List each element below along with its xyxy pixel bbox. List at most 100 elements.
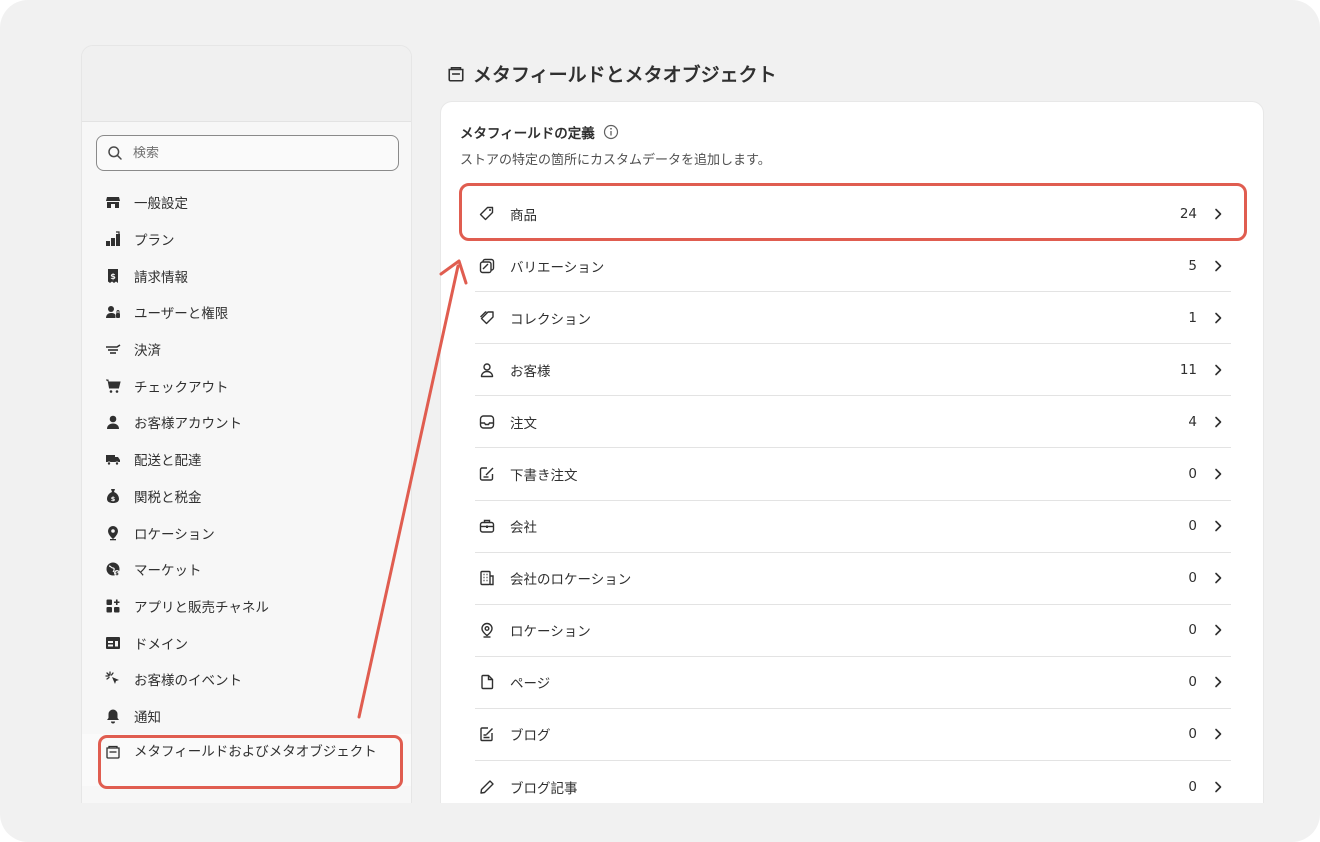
definition-row-blogs[interactable]: ブログ 0: [475, 709, 1231, 762]
svg-text:$: $: [111, 495, 116, 503]
sidebar-item-users[interactable]: ユーザーと権限: [82, 294, 411, 331]
definition-row-locations[interactable]: ロケーション 0: [475, 605, 1231, 657]
bell-icon: [104, 707, 122, 725]
row-label: ロケーション: [510, 624, 591, 641]
info-icon[interactable]: [603, 124, 619, 140]
svg-text:$: $: [110, 272, 116, 281]
settings-sidebar: 一般設定 プラン $ 請求情報 ユーザーと権限: [81, 45, 412, 803]
chevron-right-icon: [1215, 208, 1222, 219]
sidebar-item-label: アプリと販売チャネル: [134, 599, 269, 616]
sidebar-item-billing[interactable]: $ 請求情報: [82, 257, 411, 294]
sidebar-item-customer-events[interactable]: お客様のイベント: [82, 661, 411, 698]
row-label: お客様: [510, 363, 551, 380]
sidebar-item-metafields[interactable]: メタフィールドおよびメタオブジェクト: [82, 734, 411, 787]
sidebar-item-shipping[interactable]: 配送と配達: [82, 441, 411, 478]
sidebar-item-label: ユーザーと権限: [134, 306, 229, 323]
row-count: 1: [1188, 309, 1197, 326]
sidebar-item-label: メタフィールドおよびメタオブジェクト: [134, 744, 377, 761]
settings-nav: 一般設定 プラン $ 請求情報 ユーザーと権限 決済 チェックアウト お客様アカ…: [82, 184, 411, 787]
variant-icon: [478, 257, 496, 275]
row-label: ブログ記事: [510, 781, 578, 798]
sidebar-item-taxes[interactable]: $ 関税と税金: [82, 478, 411, 515]
search-field[interactable]: [96, 135, 399, 171]
metafields-icon: [104, 743, 122, 761]
definition-row-products[interactable]: 商品 24: [475, 188, 1231, 241]
sidebar-item-label: マーケット: [134, 563, 202, 580]
screenshot-frame: 一般設定 プラン $ 請求情報 ユーザーと権限: [0, 0, 1320, 842]
row-label: 注文: [510, 415, 537, 432]
chevron-right-icon: [1215, 781, 1222, 793]
sidebar-item-checkout[interactable]: チェックアウト: [82, 367, 411, 404]
row-count: 5: [1188, 257, 1197, 274]
sidebar-item-label: ロケーション: [134, 526, 215, 543]
search-icon: [108, 146, 122, 160]
search-input[interactable]: [133, 145, 373, 161]
plan-icon: [104, 230, 122, 248]
row-count: 0: [1188, 726, 1197, 743]
definition-row-orders[interactable]: 注文 4: [475, 396, 1231, 449]
truck-icon: [104, 450, 122, 468]
row-count: 11: [1179, 361, 1197, 378]
metafields-icon: [448, 66, 464, 82]
definition-row-variants[interactable]: バリエーション 5: [475, 240, 1231, 293]
sidebar-item-label: チェックアウト: [134, 379, 229, 396]
row-count: 24: [1179, 205, 1197, 222]
definition-row-pages[interactable]: ページ 0: [475, 657, 1231, 709]
svg-text:$: $: [115, 571, 119, 577]
definition-row-blog-posts[interactable]: ブログ記事 0: [475, 761, 1231, 803]
tag-icon: [478, 205, 496, 223]
card-heading-text: メタフィールドの定義: [460, 126, 595, 142]
sidebar-item-general[interactable]: 一般設定: [82, 184, 411, 221]
sidebar-item-apps[interactable]: アプリと販売チャネル: [82, 588, 411, 625]
definition-row-customers[interactable]: お客様 11: [475, 344, 1231, 397]
definition-row-draft-orders[interactable]: 下書き注文 0: [475, 448, 1231, 501]
sidebar-item-payments[interactable]: 決済: [82, 331, 411, 368]
card-subtitle: ストアの特定の箇所にカスタムデータを追加します。: [460, 153, 771, 168]
sidebar-item-locations[interactable]: ロケーション: [82, 514, 411, 551]
definition-row-company-locations[interactable]: 会社のロケーション 0: [475, 553, 1231, 605]
page-title: メタフィールドとメタオブジェクト: [447, 60, 777, 87]
chevron-right-icon: [1215, 520, 1222, 532]
sidebar-item-label: 通知: [134, 709, 161, 726]
location-icon: [478, 621, 496, 639]
building-icon: [478, 569, 496, 587]
row-label: ブログ: [510, 728, 551, 745]
row-count: 0: [1188, 570, 1197, 587]
definition-row-companies[interactable]: 会社 0: [475, 501, 1231, 553]
card-heading: メタフィールドの定義: [460, 122, 619, 142]
person-icon: [478, 361, 496, 379]
definition-row-collections[interactable]: コレクション 1: [475, 292, 1231, 345]
chevron-right-icon: [1215, 677, 1222, 688]
sidebar-item-label: 請求情報: [134, 269, 188, 286]
sidebar-item-notifications[interactable]: 通知: [82, 698, 411, 735]
row-count: 4: [1188, 413, 1197, 430]
apps-icon: [104, 597, 122, 615]
row-label: 下書き注文: [510, 468, 578, 485]
metafield-definitions-card: メタフィールドの定義 ストアの特定の箇所にカスタムデータを追加します。 商品 2…: [440, 101, 1264, 803]
chevron-right-icon: [1215, 416, 1222, 428]
row-label: 商品: [510, 207, 537, 224]
chevron-right-icon: [1215, 260, 1222, 271]
sidebar-item-markets[interactable]: $ マーケット: [82, 551, 411, 588]
location-icon: [104, 524, 122, 542]
sidebar-item-label: 関税と税金: [134, 489, 202, 506]
draft-order-icon: [478, 465, 496, 483]
money-bag-icon: $: [104, 487, 122, 505]
sidebar-item-label: 決済: [134, 343, 161, 360]
sidebar-item-label: 配送と配達: [134, 453, 202, 470]
chevron-right-icon: [1215, 572, 1222, 584]
users-icon: [104, 303, 122, 321]
pen-icon: [478, 778, 496, 796]
row-label: 会社のロケーション: [510, 572, 632, 589]
sidebar-item-domains[interactable]: ドメイン: [82, 624, 411, 661]
chevron-right-icon: [1215, 312, 1222, 324]
company-icon: [478, 517, 496, 535]
chevron-right-icon: [1215, 468, 1222, 480]
store-icon: [104, 193, 122, 211]
chevron-right-icon: [1215, 624, 1222, 636]
globe-icon: $: [104, 560, 122, 578]
row-label: 会社: [510, 520, 537, 537]
sidebar-item-plan[interactable]: プラン: [82, 221, 411, 258]
sidebar-item-customer-accounts[interactable]: お客様アカウント: [82, 404, 411, 441]
inbox-icon: [478, 413, 496, 431]
